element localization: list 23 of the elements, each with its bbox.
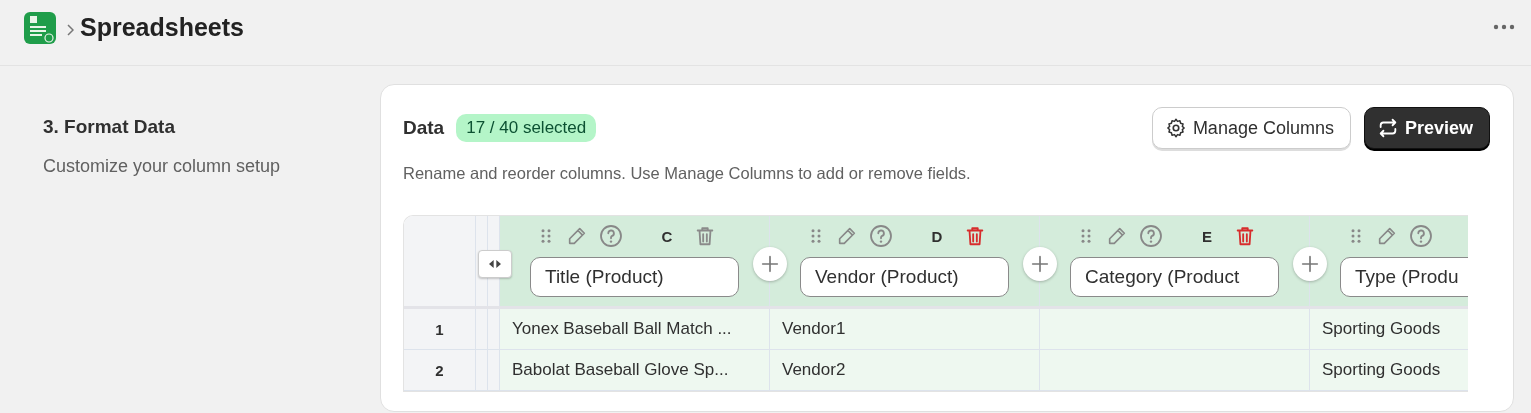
column-name-field[interactable]: Title (Product) (530, 257, 739, 297)
row-number: 2 (404, 350, 476, 390)
card-description: Rename and reorder columns. Use Manage Columns to add or remove fields. (403, 164, 972, 183)
step-title: 3. Format Data (43, 116, 176, 138)
column-letter: D (930, 227, 944, 245)
table-cell: Sporting Goods (1310, 309, 1468, 349)
column-name-field[interactable]: Type (Produ (1340, 257, 1468, 297)
table-cell: Sporting Goods (1310, 350, 1468, 390)
preview-button[interactable]: Preview (1363, 107, 1490, 149)
card-title: Data (403, 117, 445, 139)
table-cell: Vendor1 (770, 309, 1040, 349)
table-cell: Yonex Baseball Ball Match ... (500, 309, 770, 349)
table-cell: Vendor2 (770, 350, 1040, 390)
manage-columns-button[interactable]: Manage Columns (1151, 107, 1351, 149)
page-title: Spreadsheets (80, 13, 244, 42)
column-name-field[interactable]: Vendor (Product) (800, 257, 1009, 297)
column-letter: C (660, 227, 674, 245)
column-name-field[interactable]: Category (Product (1070, 257, 1279, 297)
row-number: 1 (404, 309, 476, 349)
column-letter: E (1201, 227, 1213, 245)
selection-count-badge: 17 / 40 selected (456, 114, 597, 142)
step-description: Customize your column setup (43, 156, 282, 177)
table-cell: Babolat Baseball Glove Sp... (500, 350, 770, 390)
